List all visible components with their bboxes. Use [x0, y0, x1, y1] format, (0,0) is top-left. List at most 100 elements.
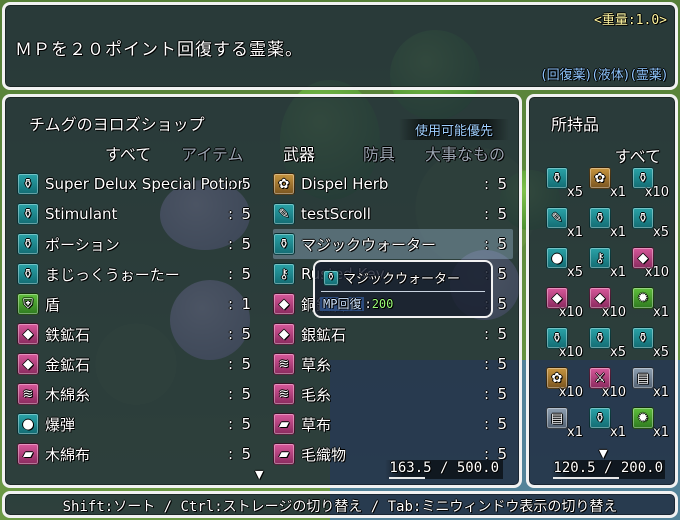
inventory-slot[interactable]: ✹ x1 — [629, 287, 669, 320]
shop-item-name: 金鉱石 — [45, 355, 91, 374]
shop-item-name: 木綿糸 — [45, 385, 91, 404]
shop-item-row[interactable]: ● 爆弾:5 — [17, 409, 257, 439]
tab-items[interactable]: アイテム — [181, 141, 243, 165]
inventory-slot-count: x1 — [567, 425, 583, 440]
tooltip-stat-label: MP回復 — [320, 297, 365, 311]
inventory-slot[interactable]: ◆ x10 — [543, 287, 583, 320]
inventory-slot[interactable]: ✎ x1 — [543, 207, 583, 240]
shop-item-name: 毛糸 — [301, 385, 332, 404]
shop-item-qty: 5 — [241, 235, 251, 253]
book-icon: ▤ — [632, 367, 654, 389]
tooltip-divider — [321, 291, 485, 292]
inventory-slot-count: x1 — [610, 225, 626, 240]
scroll-down-arrow[interactable]: ▼ — [599, 447, 607, 460]
tab-all[interactable]: すべて — [105, 141, 151, 165]
inventory-slot[interactable]: ⚔ x10 — [586, 367, 626, 400]
yarn-icon: ≋ — [273, 383, 295, 405]
potion-icon: ⚱ — [17, 233, 39, 255]
qty-separator: : — [227, 295, 233, 313]
shop-item-row[interactable]: ✎ testScroll:5 — [273, 199, 513, 229]
inventory-slot-count: x1 — [610, 185, 626, 200]
shop-item-name: Super Delux Special Potion — [45, 175, 248, 193]
priority-toggle[interactable]: 使用可能優先 — [398, 119, 509, 140]
scroll-icon: ✎ — [546, 207, 568, 229]
inventory-window: 所持品 すべて ⚱ x5 ✿ x1 ⚱ x10 ✎ x1 ⚱ x1 ⚱ x5 ● x5 ⚷ x1 ◆ x10 ◆ x1… — [526, 94, 678, 488]
inventory-slot[interactable]: ⚱ x5 — [543, 167, 583, 200]
item-tags: (回復薬) (液体) (霊薬) — [542, 64, 667, 83]
shop-item-row[interactable]: ⚱ ポーション:5 — [17, 229, 257, 259]
shop-item-row[interactable]: ⚱ Super Delux Special Potion:5 — [17, 169, 257, 199]
potion-icon: ⚱ — [589, 407, 611, 429]
shop-item-row[interactable]: ✿ Dispel Herb:5 — [273, 169, 513, 199]
cloth-icon: ▰ — [17, 443, 39, 465]
inventory-slot-count: x1 — [567, 225, 583, 240]
inventory-title: 所持品 — [551, 115, 600, 134]
tab-armor[interactable]: 防具 — [363, 141, 395, 165]
inventory-slot-count: x5 — [567, 265, 583, 280]
potion-icon: ⚱ — [632, 207, 654, 229]
category-tabs: すべて アイテム 武器 防具 大事なもの — [5, 141, 519, 165]
inventory-slot[interactable]: ⚱ x5 — [629, 327, 669, 360]
tab-weapons[interactable]: 武器 — [283, 141, 315, 165]
shop-item-row[interactable]: ≋ 木綿糸:5 — [17, 379, 257, 409]
inventory-slot-count: x5 — [653, 345, 669, 360]
ore-icon: ◆ — [273, 293, 295, 315]
shop-item-qty: 5 — [497, 235, 507, 253]
qty-separator: : — [483, 235, 489, 253]
inventory-slot-count: x10 — [558, 385, 583, 400]
shop-item-qty: 5 — [497, 385, 507, 403]
shop-item-qty: 5 — [241, 415, 251, 433]
inventory-category[interactable]: すべて — [615, 143, 661, 167]
shop-item-row[interactable]: ≋ 毛糸:5 — [273, 379, 513, 409]
shop-item-qty: 5 — [497, 325, 507, 343]
inventory-slot[interactable]: ⚱ x10 — [543, 327, 583, 360]
shop-item-row[interactable]: ≋ 草糸:5 — [273, 349, 513, 379]
inventory-slot[interactable]: ✹ x1 — [629, 407, 669, 440]
qty-separator: : — [227, 175, 233, 193]
shop-item-row[interactable]: ◆ 銀鉱石:5 — [273, 319, 513, 349]
key-icon: ⚷ — [589, 247, 611, 269]
inventory-slot[interactable]: ◆ x10 — [629, 247, 669, 280]
inventory-slot[interactable]: ⚷ x1 — [586, 247, 626, 280]
bomb-icon: ● — [17, 413, 39, 435]
inventory-capacity: 120.5 / 200.0 — [551, 460, 665, 479]
inventory-slot[interactable]: ⚱ x10 — [629, 167, 669, 200]
tab-key-items[interactable]: 大事なもの — [425, 141, 505, 165]
inventory-slot[interactable]: ⚱ x5 — [586, 327, 626, 360]
shop-item-row[interactable]: ▰ 木綿布:5 — [17, 439, 257, 469]
shop-item-row[interactable]: ⚱ マジックウォーター:5 — [273, 229, 513, 259]
shop-item-row[interactable]: ⚱ まじっくうぉーたー:5 — [17, 259, 257, 289]
shop-item-qty: 5 — [497, 355, 507, 373]
inventory-slot[interactable]: ⚱ x1 — [586, 407, 626, 440]
key-hint-bar: Shift:ソート / Ctrl:ストレージの切り替え / Tab:ミニウィンド… — [2, 491, 678, 518]
scroll-down-arrow[interactable]: ▼ — [255, 468, 263, 481]
shop-item-row[interactable]: ▰ 草布:5 — [273, 409, 513, 439]
shop-item-row[interactable]: ⚱ Stimulant:5 — [17, 199, 257, 229]
qty-separator: : — [227, 445, 233, 463]
shop-item-row[interactable]: ◆ 鉄鉱石:5 — [17, 319, 257, 349]
ore-icon: ◆ — [17, 323, 39, 345]
shop-item-row[interactable]: ⛨ 盾:1 — [17, 289, 257, 319]
inventory-slot[interactable]: ⚱ x1 — [586, 207, 626, 240]
inventory-slot[interactable]: ● x5 — [543, 247, 583, 280]
shield-icon: ⛨ — [17, 293, 39, 315]
inventory-slot-count: x5 — [567, 185, 583, 200]
potion-icon: ⚱ — [273, 233, 295, 255]
inventory-slot-count: x1 — [610, 425, 626, 440]
inventory-slot[interactable]: ✿ x10 — [543, 367, 583, 400]
inventory-slot[interactable]: ✿ x1 — [586, 167, 626, 200]
inventory-slot-count: x1 — [610, 265, 626, 280]
shop-item-name: 草布 — [301, 415, 332, 434]
potion-icon: ⚱ — [17, 263, 39, 285]
inventory-slot[interactable]: ⚱ x5 — [629, 207, 669, 240]
inventory-slot-count: x10 — [601, 305, 626, 320]
inventory-slot-count: x5 — [653, 225, 669, 240]
cloth-icon: ▰ — [273, 413, 295, 435]
shop-item-row[interactable]: ◆ 金鉱石:5 — [17, 349, 257, 379]
shop-item-name: 鉄鉱石 — [45, 325, 91, 344]
inventory-slot[interactable]: ▤ x1 — [629, 367, 669, 400]
shop-item-name: マジックウォーター — [301, 235, 437, 254]
inventory-slot[interactable]: ◆ x10 — [586, 287, 626, 320]
inventory-slot[interactable]: ▤ x1 — [543, 407, 583, 440]
thread-icon: ≋ — [273, 353, 295, 375]
